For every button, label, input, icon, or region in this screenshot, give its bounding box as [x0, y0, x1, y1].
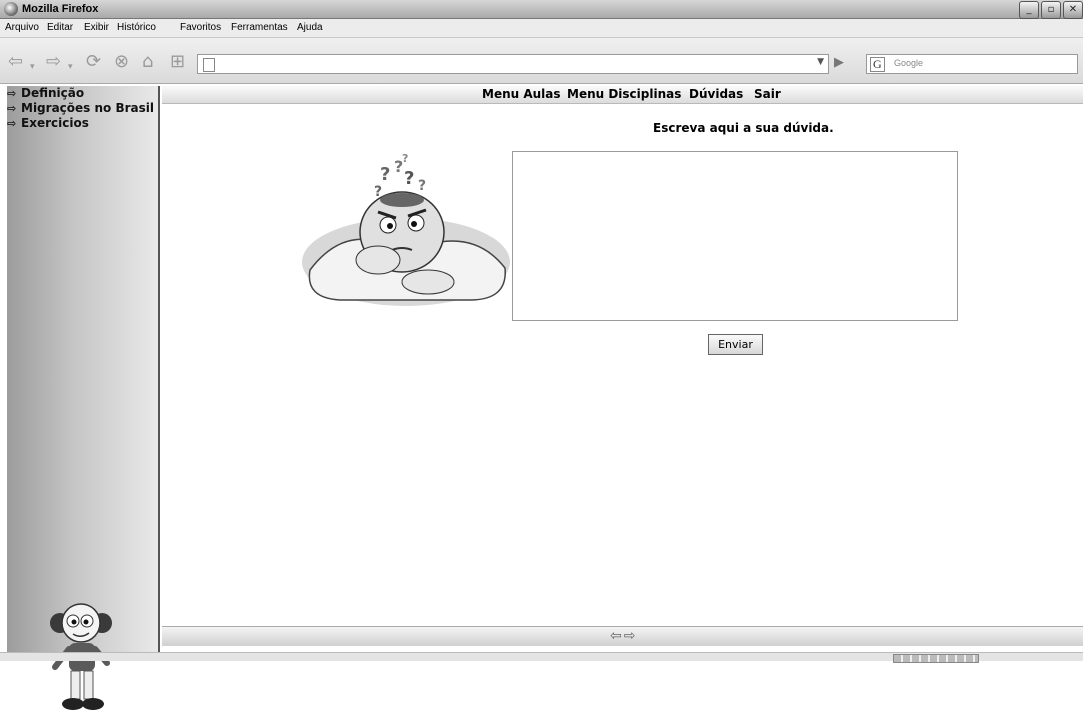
menu-historico[interactable]: Histórico [117, 22, 156, 33]
menu-favoritos[interactable]: Favoritos [180, 22, 221, 33]
close-icon[interactable]: ✕ [1063, 1, 1083, 19]
menu-bar: Arquivo Editar Exibir Histórico Favorito… [0, 19, 1083, 38]
question-prompt: Escreva aqui a sua dúvida. [653, 121, 834, 135]
search-box[interactable]: G Google [866, 54, 1078, 74]
confused-man-illustration: ? ? ? ? ? ? [302, 152, 510, 306]
firefox-logo-icon [4, 2, 18, 16]
svg-text:?: ? [374, 184, 382, 200]
svg-text:?: ? [418, 178, 426, 194]
window-titlebar: Mozilla Firefox _ ▫ ✕ [0, 0, 1083, 19]
sidebar-item-migracoes[interactable]: ⇨ Migrações no Brasil [7, 101, 154, 115]
back-icon[interactable]: ⇦ [8, 53, 23, 71]
menu-editar[interactable]: Editar [47, 22, 73, 33]
nav-menu-disciplinas[interactable]: Menu Disciplinas [567, 87, 681, 101]
window-controls: _ ▫ ✕ [1019, 1, 1083, 19]
window-title: Mozilla Firefox [22, 3, 99, 15]
arrow-icon: ⇨ [7, 87, 17, 100]
nav-menu-aulas[interactable]: Menu Aulas [482, 87, 561, 101]
menu-ferramentas[interactable]: Ferramentas [231, 22, 288, 33]
navigation-toolbar: ⇦ ▾ ⇨ ▾ ⟳ ⊗ ⌂ ⊞ ▼ ▶ G Google [0, 38, 1083, 84]
page-icon [203, 58, 215, 72]
stop-icon[interactable]: ⊗ [114, 53, 129, 71]
prev-next-arrows-icon[interactable]: ⇦⇨ [610, 628, 637, 644]
nav-sair[interactable]: Sair [754, 87, 781, 101]
address-bar[interactable]: ▼ [197, 54, 829, 74]
address-dropdown-icon[interactable]: ▼ [817, 57, 824, 67]
svg-text:?: ? [404, 168, 414, 189]
send-button[interactable]: Enviar [708, 334, 763, 355]
arrow-icon: ⇨ [7, 102, 17, 115]
menu-exibir[interactable]: Exibir [84, 22, 109, 33]
new-tab-icon[interactable]: ⊞ [170, 53, 185, 71]
menu-arquivo[interactable]: Arquivo [5, 22, 39, 33]
sidebar-item-exercicios[interactable]: ⇨ Exercicios [7, 116, 89, 130]
back-dropdown-icon[interactable]: ▾ [30, 58, 35, 76]
maximize-icon[interactable]: ▫ [1041, 1, 1061, 19]
question-textarea[interactable] [512, 151, 958, 321]
search-engine-icon[interactable]: G [870, 57, 885, 72]
menu-ajuda[interactable]: Ajuda [297, 22, 323, 33]
svg-text:?: ? [380, 164, 390, 185]
minimize-icon[interactable]: _ [1019, 1, 1039, 19]
page-footer: ⇦⇨ [162, 626, 1083, 646]
sidebar-item-label: Exercicios [21, 116, 89, 130]
sidebar: ⇨ Definição ⇨ Migrações no Brasil ⇨ Exercic… [7, 86, 160, 710]
search-placeholder: Google [894, 58, 924, 68]
home-icon[interactable]: ⌂ [142, 53, 153, 71]
reload-icon[interactable]: ⟳ [86, 53, 101, 71]
forward-dropdown-icon[interactable]: ▾ [68, 58, 73, 76]
sidebar-item-label: Definição [21, 86, 85, 100]
go-icon[interactable]: ▶ [834, 55, 844, 70]
sidebar-item-label: Migrações no Brasil [21, 101, 154, 115]
arrow-icon: ⇨ [7, 117, 17, 130]
sidebar-item-definicao[interactable]: ⇨ Definição [7, 86, 84, 100]
forward-icon[interactable]: ⇨ [46, 53, 61, 71]
status-meter [893, 654, 979, 663]
status-bar [0, 652, 1083, 663]
top-navigation: Menu Aulas Menu Disciplinas Dúvidas Sair [162, 86, 1083, 104]
nav-duvidas[interactable]: Dúvidas [689, 87, 743, 101]
svg-text:?: ? [402, 152, 408, 165]
